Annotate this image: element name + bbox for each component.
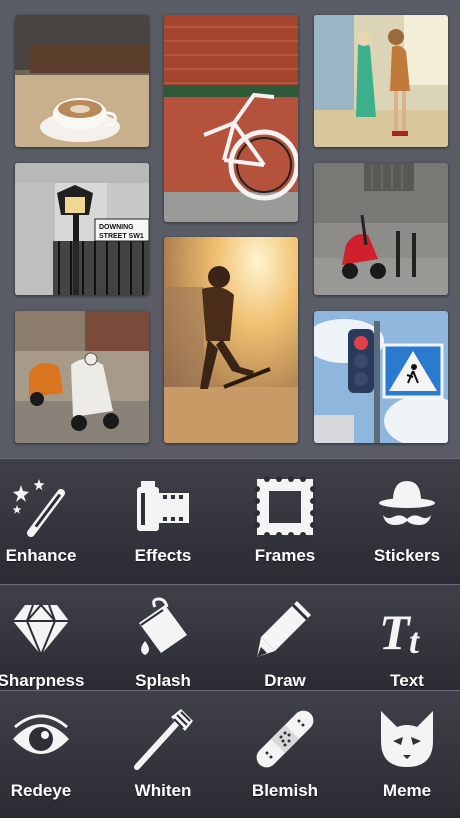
splash-label: Splash [135, 671, 191, 690]
frame-icon [253, 475, 317, 539]
redeye-tool[interactable]: Redeye [0, 691, 102, 818]
meme-label: Meme [382, 781, 432, 800]
sharpness-label: Sharpness [0, 671, 85, 690]
street-lamp-sign-photo[interactable]: DOWNING STREET SW1 [15, 163, 149, 295]
draw-tool[interactable]: Draw [224, 585, 346, 690]
tool-row-2: Sharpness Splash Draw T t Text [0, 584, 460, 690]
magic-wand-icon [9, 475, 73, 539]
text-tt-icon: T t [375, 597, 439, 661]
traffic-light-crossing-sign-photo[interactable] [314, 311, 448, 443]
skateboarder-sunset-photo[interactable] [164, 237, 298, 443]
shop-window-mannequins-photo[interactable] [314, 15, 448, 147]
enhance-label: Enhance [5, 546, 77, 565]
bicycle-brick-wall-photo[interactable] [164, 15, 298, 222]
text-label: Text [390, 671, 424, 690]
film-canister-icon [131, 475, 195, 539]
eye-icon [9, 707, 73, 771]
blemish-tool[interactable]: Blemish [224, 691, 346, 818]
enhance-tool[interactable]: Enhance [0, 459, 102, 584]
blemish-label: Blemish [251, 781, 319, 800]
svg-text:t: t [409, 621, 420, 661]
vintage-scooters-photo[interactable] [15, 311, 149, 443]
splash-tool[interactable]: Splash [102, 585, 224, 690]
effects-label: Effects [134, 546, 192, 565]
paint-bucket-icon [131, 597, 195, 661]
sharpness-tool[interactable]: Sharpness [0, 585, 102, 690]
photo-collage: DOWNING STREET SW1 [0, 0, 460, 458]
redeye-label: Redeye [10, 781, 72, 800]
tool-row-3: Redeye Whiten Blemish Meme [0, 690, 460, 818]
street-sign-line-1: DOWNING [99, 224, 134, 231]
edit-toolbar: Enhance Effects Frames Stickers Sharpnes… [0, 458, 460, 818]
effects-tool[interactable]: Effects [102, 459, 224, 584]
bandage-icon [253, 707, 317, 771]
red-scooter-photo[interactable] [314, 163, 448, 295]
meme-tool[interactable]: Meme [346, 691, 460, 818]
whiten-label: Whiten [134, 781, 192, 800]
hat-mustache-icon [375, 475, 439, 539]
tool-row-1: Enhance Effects Frames Stickers [0, 458, 460, 584]
frames-label: Frames [254, 546, 316, 565]
coffee-cup-photo[interactable] [15, 15, 149, 147]
text-tool[interactable]: T t Text [346, 585, 460, 690]
toothbrush-icon [131, 707, 195, 771]
street-sign-line-2: STREET SW1 [99, 233, 144, 240]
draw-label: Draw [264, 671, 306, 690]
cat-face-icon [375, 707, 439, 771]
svg-text:T: T [379, 604, 412, 660]
whiten-tool[interactable]: Whiten [102, 691, 224, 818]
stickers-label: Stickers [373, 546, 441, 565]
frames-tool[interactable]: Frames [224, 459, 346, 584]
stickers-tool[interactable]: Stickers [346, 459, 460, 584]
diamond-icon [9, 597, 73, 661]
pencil-icon [253, 597, 317, 661]
